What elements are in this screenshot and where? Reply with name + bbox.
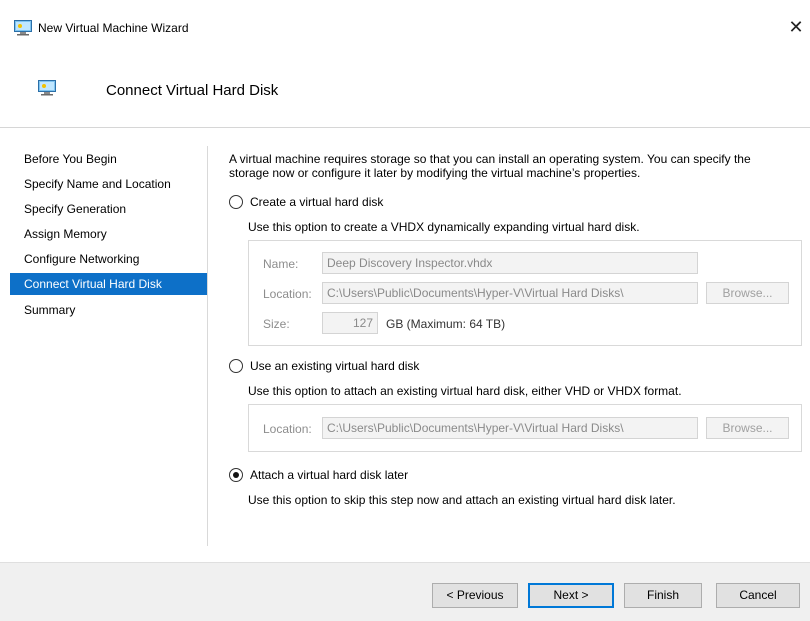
sidebar-item-specify-generation[interactable]: Specify Generation: [10, 198, 207, 220]
window-title: New Virtual Machine Wizard: [38, 21, 189, 35]
page-header: Connect Virtual Hard Disk: [0, 58, 810, 128]
attach-later-description: Use this option to skip this step now an…: [248, 493, 676, 507]
cancel-button[interactable]: Cancel: [716, 583, 800, 608]
sidebar-item-connect-virtual-hard-disk[interactable]: Connect Virtual Hard Disk: [10, 273, 207, 295]
title-bar: New Virtual Machine Wizard ✕: [0, 0, 810, 58]
existing-vhd-radio[interactable]: [229, 359, 243, 373]
create-vhd-group: Name: Deep Discovery Inspector.vhdx Loca…: [248, 240, 802, 346]
location-input[interactable]: C:\Users\Public\Documents\Hyper-V\Virtua…: [322, 282, 698, 304]
sidebar-item-configure-networking[interactable]: Configure Networking: [10, 248, 207, 270]
vm-icon: [38, 80, 56, 96]
page-title: Connect Virtual Hard Disk: [106, 82, 279, 99]
radio-selected-dot: [233, 472, 239, 478]
size-input[interactable]: 127: [322, 312, 378, 334]
sidebar-item-before-you-begin[interactable]: Before You Begin: [10, 148, 207, 170]
name-input[interactable]: Deep Discovery Inspector.vhdx: [322, 252, 698, 274]
vm-icon: [14, 20, 32, 36]
existing-vhd-label[interactable]: Use an existing virtual hard disk: [250, 359, 419, 373]
wizard-footer: < Previous Next > Finish Cancel: [0, 562, 810, 621]
intro-text: A virtual machine requires storage so th…: [229, 152, 751, 180]
sidebar-item-summary[interactable]: Summary: [10, 299, 207, 321]
attach-later-radio[interactable]: [229, 468, 243, 482]
name-label: Name:: [263, 257, 299, 271]
size-unit-text: GB (Maximum: 64 TB): [386, 317, 506, 331]
sidebar-item-specify-name-location[interactable]: Specify Name and Location: [10, 173, 207, 195]
existing-location-input[interactable]: C:\Users\Public\Documents\Hyper-V\Virtua…: [322, 417, 698, 439]
existing-browse-button[interactable]: Browse...: [706, 417, 789, 439]
existing-location-label: Location:: [263, 422, 312, 436]
attach-later-label[interactable]: Attach a virtual hard disk later: [250, 468, 408, 482]
size-label: Size:: [263, 317, 290, 331]
previous-button[interactable]: < Previous: [432, 583, 518, 608]
finish-button[interactable]: Finish: [624, 583, 702, 608]
sidebar-divider: [207, 146, 208, 546]
existing-vhd-description: Use this option to attach an existing vi…: [248, 384, 682, 398]
browse-button[interactable]: Browse...: [706, 282, 789, 304]
next-button[interactable]: Next >: [528, 583, 614, 608]
existing-vhd-group: Location: C:\Users\Public\Documents\Hype…: [248, 404, 802, 452]
create-vhd-radio[interactable]: [229, 195, 243, 209]
sidebar-item-assign-memory[interactable]: Assign Memory: [10, 223, 207, 245]
location-label: Location:: [263, 287, 312, 301]
create-vhd-label[interactable]: Create a virtual hard disk: [250, 195, 383, 209]
wizard-steps-sidebar: Before You Begin Specify Name and Locati…: [0, 128, 215, 562]
create-vhd-description: Use this option to create a VHDX dynamic…: [248, 220, 640, 234]
close-icon[interactable]: ✕: [786, 16, 806, 38]
